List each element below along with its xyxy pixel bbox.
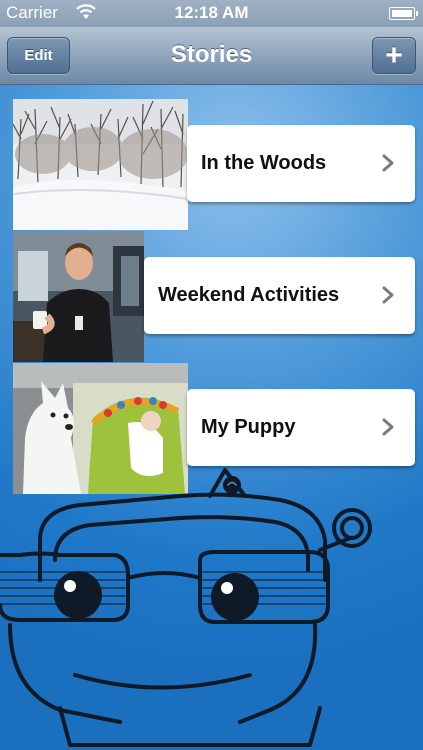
add-story-button[interactable]: + [372,37,416,74]
story-thumbnail-woods[interactable] [13,99,188,230]
navigation-bar: Edit Stories + [0,27,423,85]
story-card[interactable]: In the Woods [187,125,415,202]
robot-mascot-illustration [0,468,372,747]
story-card[interactable]: Weekend Activities [144,257,415,334]
status-time: 12:18 AM [174,3,249,22]
battery-icon [389,7,418,20]
page-title: Stories [170,41,253,68]
status-bar: Carrier 12:18 AM [0,0,423,27]
chevron-right-icon [382,418,394,436]
story-row[interactable]: Weekend Activities [0,231,423,362]
story-title: My Puppy [201,416,296,438]
stories-screen: Carrier 12:18 AM Edit Stories + In the W… [0,0,423,750]
story-title: Weekend Activities [158,284,340,306]
story-title: In the Woods [201,152,327,174]
chevron-right-icon [382,286,394,304]
story-row[interactable]: In the Woods [0,99,423,230]
story-card[interactable]: My Puppy [187,389,415,466]
chevron-right-icon [382,154,394,172]
story-thumbnail-weekend[interactable] [13,231,144,362]
